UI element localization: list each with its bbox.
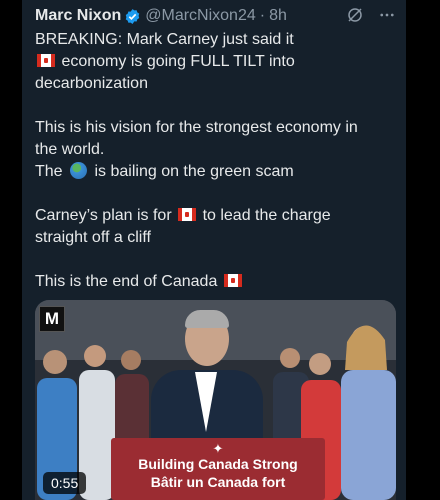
- tweet-header: Marc Nixon @MarcNixon24 · 8h: [35, 5, 398, 27]
- text-line: economy is going FULL TILT into: [35, 51, 397, 73]
- canada-flag-icon: [37, 54, 55, 67]
- separator-dot: ·: [259, 7, 266, 24]
- text-line: This is his vision for the strongest eco…: [35, 119, 358, 136]
- text-line: the world.: [35, 141, 105, 158]
- grok-icon[interactable]: [346, 6, 364, 24]
- speaker-hair: [185, 310, 229, 328]
- podium-line-2: Bâtir un Canada fort: [150, 474, 286, 490]
- canada-flag-icon: [223, 274, 242, 287]
- text-line: This is the end of Canada: [35, 271, 397, 293]
- author-name[interactable]: Marc Nixon: [35, 7, 121, 25]
- text-line: The is bailing on the green scam: [35, 162, 294, 180]
- text-line: straight off a cliff: [35, 229, 151, 246]
- text-line: decarbonization: [35, 75, 148, 92]
- podium-line-1: Building Canada Strong: [138, 456, 298, 472]
- maple-leaf-icon: ✦: [212, 441, 224, 456]
- globe-icon: [70, 162, 88, 179]
- canada-flag-icon: [178, 208, 197, 221]
- video-player[interactable]: M ✦ Building Canada Strong Bâtir un Cana…: [35, 300, 396, 500]
- text-line: BREAKING: Mark Carney just said it: [35, 31, 294, 48]
- channel-logo: M: [39, 306, 65, 332]
- tweet-card[interactable]: Marc Nixon @MarcNixon24 · 8h BREAKING: M…: [22, 0, 406, 500]
- tweet-time[interactable]: 8h: [269, 7, 287, 25]
- more-icon[interactable]: [378, 6, 396, 24]
- tweet-text: BREAKING: Mark Carney just said it econo…: [35, 29, 397, 293]
- text-line: Carney’s plan is for to lead the charge: [35, 207, 331, 224]
- author-handle[interactable]: @MarcNixon24: [145, 7, 256, 25]
- tweet-actions: [346, 6, 396, 24]
- video-duration: 0:55: [43, 472, 87, 494]
- verified-badge-icon: [126, 8, 140, 24]
- podium-sign: ✦ Building Canada Strong Bâtir un Canada…: [111, 438, 325, 500]
